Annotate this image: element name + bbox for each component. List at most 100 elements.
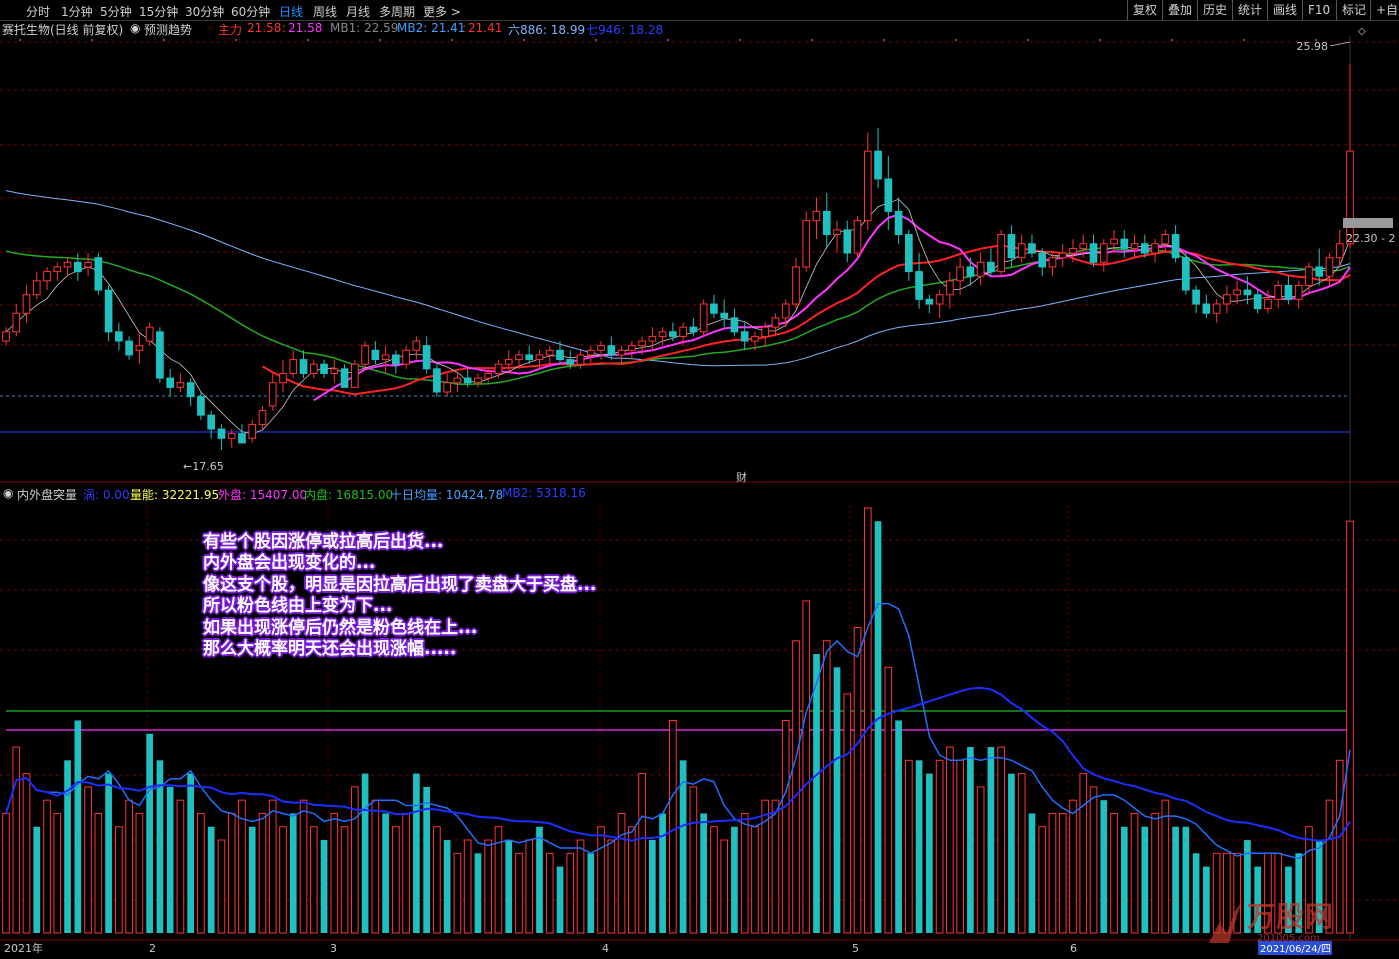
candle-body [412,340,421,351]
volume-bar [197,812,205,934]
volume-bar [956,759,964,934]
candle-body [525,354,534,361]
volume-bar [340,826,349,934]
candle-body [1335,243,1344,259]
toolbar-button-5[interactable]: F10 [1302,0,1335,20]
candle-body [1202,303,1211,314]
stock-chart[interactable]: 25.98←17.6522.30 - 2财2021年 2 3 4 5 6 2021/06/2… [0,0,1399,959]
candle-body [1140,243,1149,254]
month-label-3: 3 [330,942,337,955]
volume-bar [669,719,677,934]
volume-bar [279,826,287,934]
candle-body [812,210,821,222]
top-marker-dot [91,39,93,41]
volume-bar [248,826,256,933]
candle-body [1305,266,1313,286]
toolbar-button-0[interactable]: 复权 [1127,0,1162,20]
candle-body [166,377,174,388]
volume-bar [1028,813,1036,933]
candle-body [1079,243,1088,249]
period-tab-8[interactable]: 月线 [346,3,370,20]
volume-bar [1172,826,1179,933]
candle-body [84,261,92,268]
candle-body [299,359,308,374]
stock-title[interactable]: 赛托生物(日线 前复权) [2,21,123,38]
volume-bar [309,826,318,934]
volume-bar [751,826,759,934]
candle-body [822,210,831,236]
period-tab-0[interactable]: 分时 [26,3,50,20]
candle-body [863,150,872,222]
toolbar-button-3[interactable]: 统计 [1232,0,1267,20]
period-tab-6[interactable]: 日线 [279,3,303,20]
period-tab-9[interactable]: 多周期 [379,3,415,20]
candle-body [433,368,441,393]
period-tab-3[interactable]: 15分钟 [139,3,178,20]
candle-body [915,271,923,300]
period-tab-7[interactable]: 周线 [313,3,337,20]
mb2-sub-label: MB2: 5318.16 [502,486,586,500]
candle-body [1243,289,1252,296]
candle-body [22,294,31,314]
candle-body [156,331,164,379]
volume-bar [843,693,852,934]
candle-body [1212,303,1221,314]
volume-bar [545,852,554,934]
candle-body [361,345,369,365]
volume-bar [915,760,923,933]
forecast-toggle-icon[interactable]: ◉ [130,21,140,35]
volume-bar [1141,826,1149,933]
period-tab-2[interactable]: 5分钟 [100,3,132,20]
volume-bar [53,812,62,934]
volume-bar [64,760,71,933]
volume-bar [1079,773,1088,934]
candle-body [669,331,677,337]
candle-body [53,266,62,273]
sub-chart-info-bar: ◉ 内外盘突量 涡: 0.00 量能: 32221.95 外盘: 15407.0… [0,486,1399,502]
overlay-line-2: 像这支个股，明显是因拉高后出现了卖盘大于买盘... [203,574,597,595]
period-tab-1[interactable]: 1分钟 [61,3,93,20]
period-tab-10[interactable]: 更多 > [423,3,461,20]
toolbar-button-7[interactable]: +自选 [1370,0,1399,20]
candle-body [1264,298,1272,310]
top-marker-dot [451,39,453,41]
toolbar-button-1[interactable]: 叠加 [1162,0,1197,20]
candle-body [566,359,575,365]
candle-body [258,410,267,425]
candle-body [12,312,21,333]
candle-body [966,266,975,277]
top-marker-dot [1243,39,1245,41]
volume-bar [935,759,944,934]
volume-bar [505,840,513,933]
period-tab-5[interactable]: 60分钟 [231,3,270,20]
volume-bar [176,799,185,934]
last-price-label: 22.30 - 2 [1346,232,1395,245]
volume-bar [874,521,882,933]
volume-bar [299,799,308,934]
candle-body [1233,289,1241,296]
forecast-label[interactable]: 预测趋势 [144,21,192,38]
toolbar-button-2[interactable]: 历史 [1197,0,1232,20]
month-label-5: 5 [852,942,859,955]
candle-body [1007,234,1016,259]
candle-body [1274,284,1283,300]
candle-body [197,396,205,416]
top-marker-dot [163,39,165,41]
volume-bar [402,812,410,934]
candle-body [658,331,667,337]
volume-bar [94,812,103,934]
volume-bar [207,826,215,933]
candle-body [802,220,811,268]
liu-label: 六886: 18.99 [508,23,586,37]
toolbar-button-4[interactable]: 画线 [1267,0,1302,20]
toolbar-button-6[interactable]: 标记 [1336,0,1371,20]
candle-body [638,340,646,347]
indicator-name[interactable]: 内外盘突量 [17,486,77,503]
zhuli-value: 21.58 [247,21,282,35]
high-price-label: 25.98 [1297,40,1329,53]
candle-body [987,261,995,273]
period-tab-4[interactable]: 30分钟 [185,3,224,20]
candle-body [627,345,636,351]
candle-body [597,345,605,351]
indicator-toggle-icon[interactable]: ◉ [3,486,13,500]
